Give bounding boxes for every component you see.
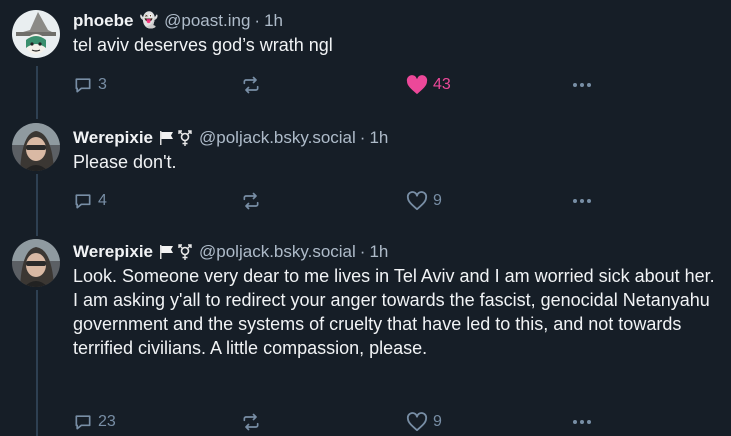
repost-button[interactable] <box>241 190 261 212</box>
post-text: tel aviv deserves god’s wrath ngl <box>73 35 333 55</box>
separator: · <box>254 11 261 30</box>
handle[interactable]: @poljack.bsky.social <box>199 241 356 263</box>
repost-button[interactable] <box>241 411 261 433</box>
post-actions: 23 9 <box>73 411 593 433</box>
reply-icon <box>75 78 91 93</box>
more-options-button[interactable] <box>570 411 594 433</box>
avatar[interactable] <box>12 123 60 171</box>
repost-icon <box>243 413 259 431</box>
like-count: 9 <box>433 192 442 209</box>
repost-button[interactable] <box>241 74 261 96</box>
post-header: Werepixie @poljack.bsky.social · 1h <box>73 241 723 263</box>
reply-count: 3 <box>98 76 107 93</box>
white-flag-icon <box>160 245 174 259</box>
timestamp[interactable]: 1h <box>264 10 283 32</box>
more-dots-icon <box>573 83 591 87</box>
transgender-symbol-icon <box>178 130 192 146</box>
post-text: Please don't. <box>73 152 177 172</box>
heart-filled-icon <box>406 75 428 95</box>
heart-outline-icon <box>406 412 428 432</box>
photo-avatar-icon <box>12 123 60 171</box>
display-name[interactable]: Werepixie <box>73 241 153 263</box>
reply-button[interactable]: 23 <box>73 411 116 433</box>
photo-avatar-icon <box>12 239 60 287</box>
separator: · <box>359 242 366 261</box>
timestamp[interactable]: 1h <box>369 241 388 263</box>
more-options-button[interactable] <box>570 74 594 96</box>
handle[interactable]: @poast.ing <box>164 10 250 32</box>
post[interactable]: Werepixie @poljack.bsky.social · 1h Plea… <box>0 118 731 228</box>
post-text: Look. Someone very dear to me lives in T… <box>73 266 715 358</box>
post-header: Werepixie @poljack.bsky.social · 1h <box>73 127 723 149</box>
post[interactable]: phoebe 👻 @poast.ing · 1h tel aviv deserv… <box>0 0 731 110</box>
white-flag-icon <box>160 131 174 145</box>
reply-icon <box>75 415 91 430</box>
like-count: 9 <box>433 413 442 430</box>
like-count: 43 <box>433 76 451 93</box>
reply-icon <box>75 194 91 209</box>
repost-icon <box>243 192 259 210</box>
post-header: phoebe 👻 @poast.ing · 1h <box>73 10 723 32</box>
like-button[interactable]: 43 <box>406 74 451 96</box>
post-actions: 4 9 <box>73 190 593 212</box>
more-options-button[interactable] <box>570 190 594 212</box>
like-button[interactable]: 9 <box>406 190 442 212</box>
avatar[interactable] <box>12 239 60 287</box>
post[interactable]: Werepixie @poljack.bsky.social · 1h Look… <box>0 234 731 436</box>
display-name[interactable]: Werepixie <box>73 127 153 149</box>
separator: · <box>359 128 366 147</box>
display-name[interactable]: phoebe <box>73 10 133 32</box>
avatar[interactable] <box>12 10 60 58</box>
more-dots-icon <box>573 199 591 203</box>
witch-hat-avatar-icon <box>12 10 60 58</box>
more-dots-icon <box>573 420 591 424</box>
like-button[interactable]: 9 <box>406 411 442 433</box>
reply-button[interactable]: 4 <box>73 190 107 212</box>
handle[interactable]: @poljack.bsky.social <box>199 127 356 149</box>
emoji-group <box>159 243 193 261</box>
timestamp[interactable]: 1h <box>369 127 388 149</box>
ghost-emoji: 👻 <box>139 12 159 29</box>
repost-icon <box>243 76 259 94</box>
reply-button[interactable]: 3 <box>73 74 107 96</box>
reply-count: 23 <box>98 413 116 430</box>
reply-count: 4 <box>98 192 107 209</box>
heart-outline-icon <box>406 191 428 211</box>
emoji-group <box>159 129 193 147</box>
post-actions: 3 43 <box>73 74 593 96</box>
transgender-symbol-icon <box>178 244 192 260</box>
